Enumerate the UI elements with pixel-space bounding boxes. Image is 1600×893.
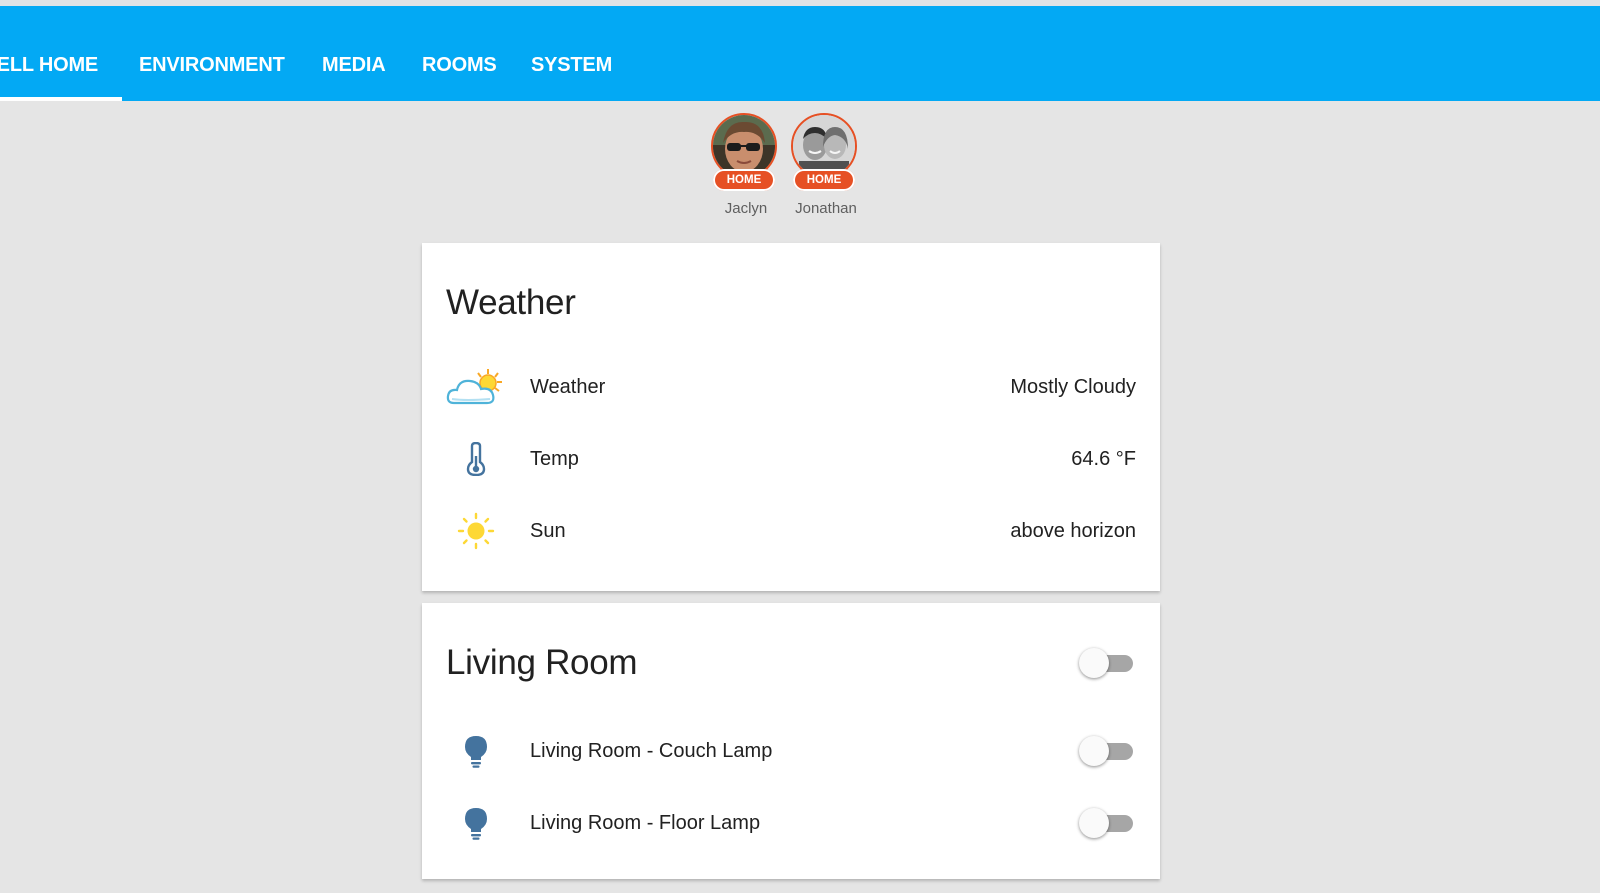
tab-label: ROOMS (422, 54, 497, 76)
tab-well-home[interactable]: WELL HOME (0, 6, 118, 101)
floor-lamp-row: Living Room - Floor Lamp (422, 787, 1160, 859)
app-header: WELL HOME ENVIRONMENT MEDIA ROOMS SYSTEM (0, 6, 1600, 101)
row-value: above horizon (1010, 520, 1136, 542)
row-label: Weather (530, 376, 606, 398)
toggle-knob (1079, 648, 1109, 678)
card-title: Living Room (446, 643, 638, 682)
living-room-card: Living Room Living Room - Couch Lamp Liv… (422, 603, 1160, 879)
weather-row[interactable]: Weather Mostly Cloudy (422, 351, 1160, 423)
thermometer-icon (446, 423, 506, 495)
tab-label: MEDIA (322, 54, 386, 76)
row-label: Living Room - Couch Lamp (530, 740, 773, 762)
tab-system[interactable]: SYSTEM (531, 6, 612, 101)
card-title: Weather (446, 283, 576, 322)
lightbulb-icon[interactable] (446, 787, 506, 859)
toggle-knob (1079, 808, 1109, 838)
person-badge-jonathan[interactable]: HOME Jonathan (786, 113, 866, 223)
tab-environment[interactable]: ENVIRONMENT (139, 6, 285, 101)
row-value: Mostly Cloudy (1010, 376, 1136, 398)
row-label: Temp (530, 448, 579, 470)
person-badge-jaclyn[interactable]: HOME Jaclyn (706, 113, 786, 223)
status-badge: HOME (793, 169, 855, 191)
tab-rooms[interactable]: ROOMS (422, 6, 497, 101)
row-value: 64.6 °F (1071, 448, 1136, 470)
tab-label: SYSTEM (531, 54, 613, 76)
couch-lamp-row: Living Room - Couch Lamp (422, 715, 1160, 787)
lightbulb-icon[interactable] (446, 715, 506, 787)
sun-row[interactable]: Sun above horizon (422, 495, 1160, 567)
person-name: Jonathan (795, 200, 857, 217)
floor-lamp-toggle[interactable] (1079, 808, 1135, 838)
living-room-group-toggle[interactable] (1079, 648, 1135, 678)
row-label: Sun (530, 520, 566, 542)
sun-icon (446, 495, 506, 567)
weather-card: Weather Weather Mostly Cloudy Temp 64.6 … (422, 243, 1160, 591)
couch-lamp-toggle[interactable] (1079, 736, 1135, 766)
toggle-knob (1079, 736, 1109, 766)
partly-cloudy-icon (446, 351, 506, 423)
tab-media[interactable]: MEDIA (322, 6, 386, 101)
active-tab-indicator (0, 97, 122, 101)
tab-label: ENVIRONMENT (139, 54, 285, 76)
status-badge: HOME (713, 169, 775, 191)
temp-row[interactable]: Temp 64.6 °F (422, 423, 1160, 495)
tab-label: WELL HOME (0, 54, 99, 76)
row-label: Living Room - Floor Lamp (530, 812, 761, 834)
